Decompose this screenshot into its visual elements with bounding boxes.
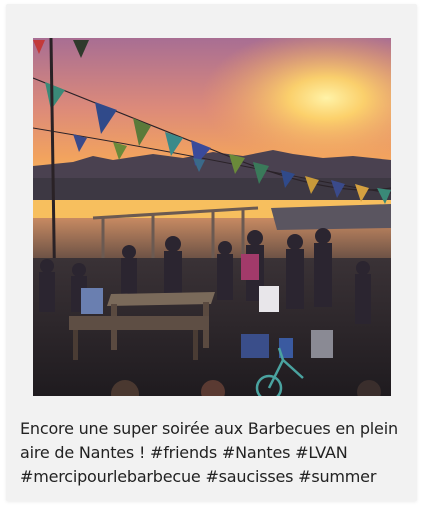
polaroid-card: Encore une super soirée aux Barbecues en… — [6, 4, 417, 501]
moored-boat — [271, 204, 391, 230]
cooler-box — [241, 334, 269, 358]
sunset-party-photo[interactable] — [33, 38, 391, 396]
photo-illustration — [33, 38, 391, 396]
post-caption: Encore une super soirée aux Barbecues en… — [20, 419, 398, 486]
